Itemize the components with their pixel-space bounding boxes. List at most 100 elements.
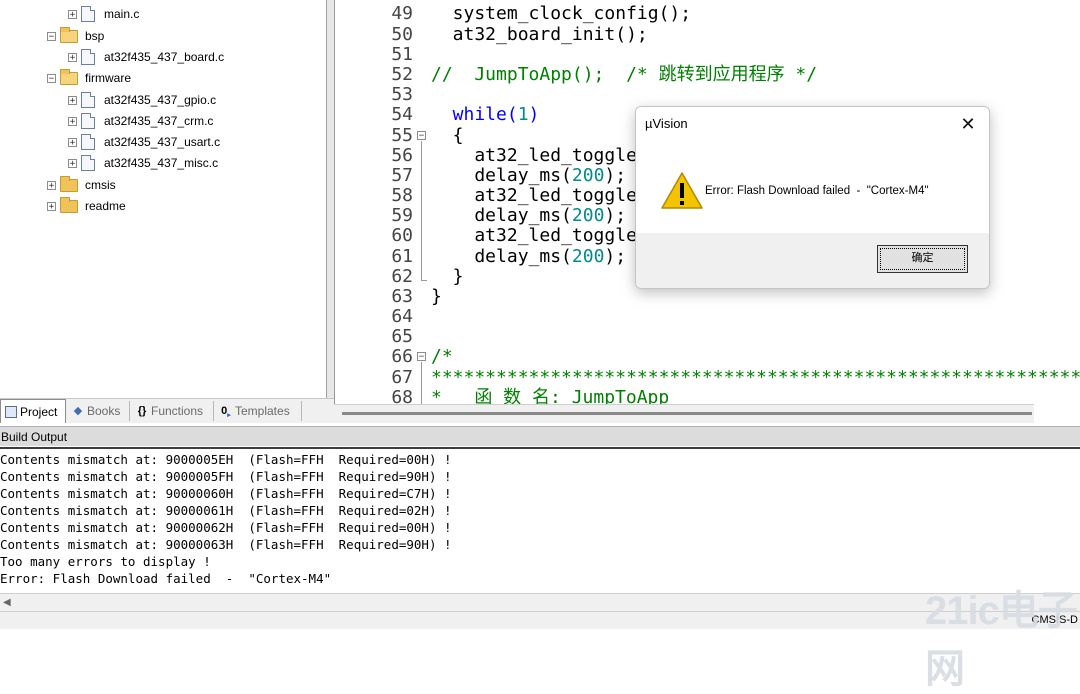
tab-templates[interactable]: 0▸ Templates <box>216 401 302 421</box>
functions-icon: {} <box>137 405 147 417</box>
line-number: 64 <box>391 306 413 327</box>
tree-item-misc-c[interactable]: + at32f435_437_misc.c <box>68 153 218 173</box>
dialog-titlebar[interactable]: µVision ✕ <box>636 107 989 141</box>
line-number: 61 <box>391 246 413 267</box>
expand-icon[interactable]: + <box>47 201 56 211</box>
line-number: 57 <box>391 165 413 186</box>
build-output-horizontal-scrollbar[interactable]: ◀ <box>0 593 1080 612</box>
build-output-line: Error: Flash Download failed - "Cortex-M… <box>0 571 332 586</box>
line-number: 59 <box>391 205 413 226</box>
code-line: delay_ms(200); <box>431 246 627 267</box>
code-line: at32_board_init(); <box>431 24 648 45</box>
line-number: 63 <box>391 286 413 307</box>
tree-folder-cmsis[interactable]: + cmsis <box>47 175 116 195</box>
tree-item-label: at32f435_437_crm.c <box>104 114 214 128</box>
line-number: 52 <box>391 64 413 85</box>
tab-books[interactable]: ◆ Books <box>68 401 130 421</box>
file-icon <box>81 92 95 108</box>
dialog-title: µVision <box>645 116 688 131</box>
close-icon[interactable]: ✕ <box>956 112 980 136</box>
line-number: 56 <box>391 145 413 166</box>
collapse-icon[interactable]: − <box>47 31 56 41</box>
tree-item-gpio-c[interactable]: + at32f435_437_gpio.c <box>68 90 216 110</box>
code-line: at32_led_toggle <box>431 185 637 206</box>
fold-collapse-icon[interactable]: − <box>417 352 426 362</box>
code-line-comment: * 函 数 名: JumpToApp <box>431 387 670 405</box>
fold-collapse-icon[interactable]: − <box>417 131 426 141</box>
expand-icon[interactable]: + <box>68 95 77 105</box>
line-number: 51 <box>391 44 413 65</box>
tree-item-main-c[interactable]: + main.c <box>68 4 139 24</box>
tree-item-crm-c[interactable]: + at32f435_437_crm.c <box>68 111 213 131</box>
folder-open-icon <box>60 68 78 85</box>
tree-item-label: at32f435_437_board.c <box>104 50 225 64</box>
expand-icon[interactable]: + <box>68 52 77 62</box>
tree-item-label: readme <box>85 199 126 213</box>
error-dialog: µVision ✕ Error: Flash Download failed -… <box>635 106 990 289</box>
ok-button[interactable]: 确定 <box>877 245 968 273</box>
line-number: 62 <box>391 266 413 287</box>
expand-icon[interactable]: + <box>68 9 77 19</box>
tab-label: Functions <box>151 404 204 418</box>
code-line: } <box>431 286 442 307</box>
tree-item-label: bsp <box>85 29 105 43</box>
code-line: delay_ms(200); <box>431 205 627 226</box>
build-output-line: Too many errors to display ! <box>0 554 211 569</box>
fold-guide <box>421 141 422 281</box>
watermark-logo: 21ic电子网 <box>925 589 1078 691</box>
code-line: system_clock_config(); <box>431 3 692 24</box>
books-icon: ◆ <box>73 405 83 417</box>
project-panel-tabs: Project ◆ Books {} Functions 0▸ Template… <box>0 398 334 423</box>
tab-label: Project <box>20 404 58 419</box>
dialog-message: Error: Flash Download failed - "Cortex-M… <box>705 185 929 197</box>
expand-icon[interactable]: + <box>68 116 77 126</box>
scroll-left-icon[interactable]: ◀ <box>3 597 11 608</box>
line-number: 68 <box>391 387 413 405</box>
scrollbar-thumb[interactable] <box>342 412 1032 415</box>
tree-item-label: at32f435_437_misc.c <box>104 156 219 170</box>
build-output-line: Contents mismatch at: 90000062H (Flash=F… <box>0 520 452 535</box>
line-number: 49 <box>391 3 413 24</box>
file-icon <box>81 6 95 22</box>
warning-icon <box>661 172 703 209</box>
file-icon <box>81 113 95 129</box>
project-icon <box>5 405 17 418</box>
expand-icon[interactable]: + <box>68 158 77 168</box>
tree-item-board-c[interactable]: + at32f435_437_board.c <box>68 47 224 67</box>
tree-folder-readme[interactable]: + readme <box>47 196 126 216</box>
code-line: delay_ms(200); <box>431 165 627 186</box>
code-line: } <box>431 266 464 287</box>
tree-folder-bsp[interactable]: − bsp <box>47 26 104 46</box>
editor-horizontal-scrollbar[interactable] <box>334 404 1034 423</box>
code-line-comment: /* <box>431 346 453 367</box>
build-output-line: Contents mismatch at: 90000063H (Flash=F… <box>0 537 452 552</box>
expand-icon[interactable]: + <box>47 180 56 190</box>
code-line-comment: // JumpToApp(); /* 跳转到应用程序 */ <box>431 64 818 85</box>
line-number: 66 <box>391 346 413 367</box>
build-output-line: Contents mismatch at: 90000061H (Flash=F… <box>0 503 452 518</box>
tree-item-label: main.c <box>104 7 140 21</box>
code-line: { <box>431 125 464 146</box>
project-tree-panel: + main.c − bsp + at32f435_437_board.c − … <box>0 0 327 398</box>
tab-functions[interactable]: {} Functions <box>132 401 214 421</box>
build-output-title: Build Output <box>0 426 1080 446</box>
build-output-line: Contents mismatch at: 90000060H (Flash=F… <box>0 486 452 501</box>
expand-icon[interactable]: + <box>68 137 77 147</box>
file-icon <box>81 155 95 171</box>
status-bar: CMSIS-D <box>0 611 1080 629</box>
line-number: 54 <box>391 104 413 125</box>
tab-project[interactable]: Project <box>0 399 66 423</box>
build-output-line: Contents mismatch at: 9000005EH (Flash=F… <box>0 452 452 467</box>
build-output-line: Contents mismatch at: 9000005FH (Flash=F… <box>0 469 452 484</box>
line-number: 53 <box>391 84 413 105</box>
tree-item-usart-c[interactable]: + at32f435_437_usart.c <box>68 132 220 152</box>
tree-folder-firmware[interactable]: − firmware <box>47 68 131 88</box>
file-icon <box>81 134 95 150</box>
code-line: at32_led_toggle <box>431 145 637 166</box>
panel-splitter[interactable] <box>327 0 334 422</box>
tab-label: Books <box>87 404 121 418</box>
build-output-panel[interactable]: Contents mismatch at: 9000005EH (Flash=F… <box>0 447 1080 595</box>
tree-item-label: cmsis <box>85 178 116 192</box>
tree-item-label: at32f435_437_usart.c <box>104 135 221 149</box>
collapse-icon[interactable]: − <box>47 73 56 83</box>
